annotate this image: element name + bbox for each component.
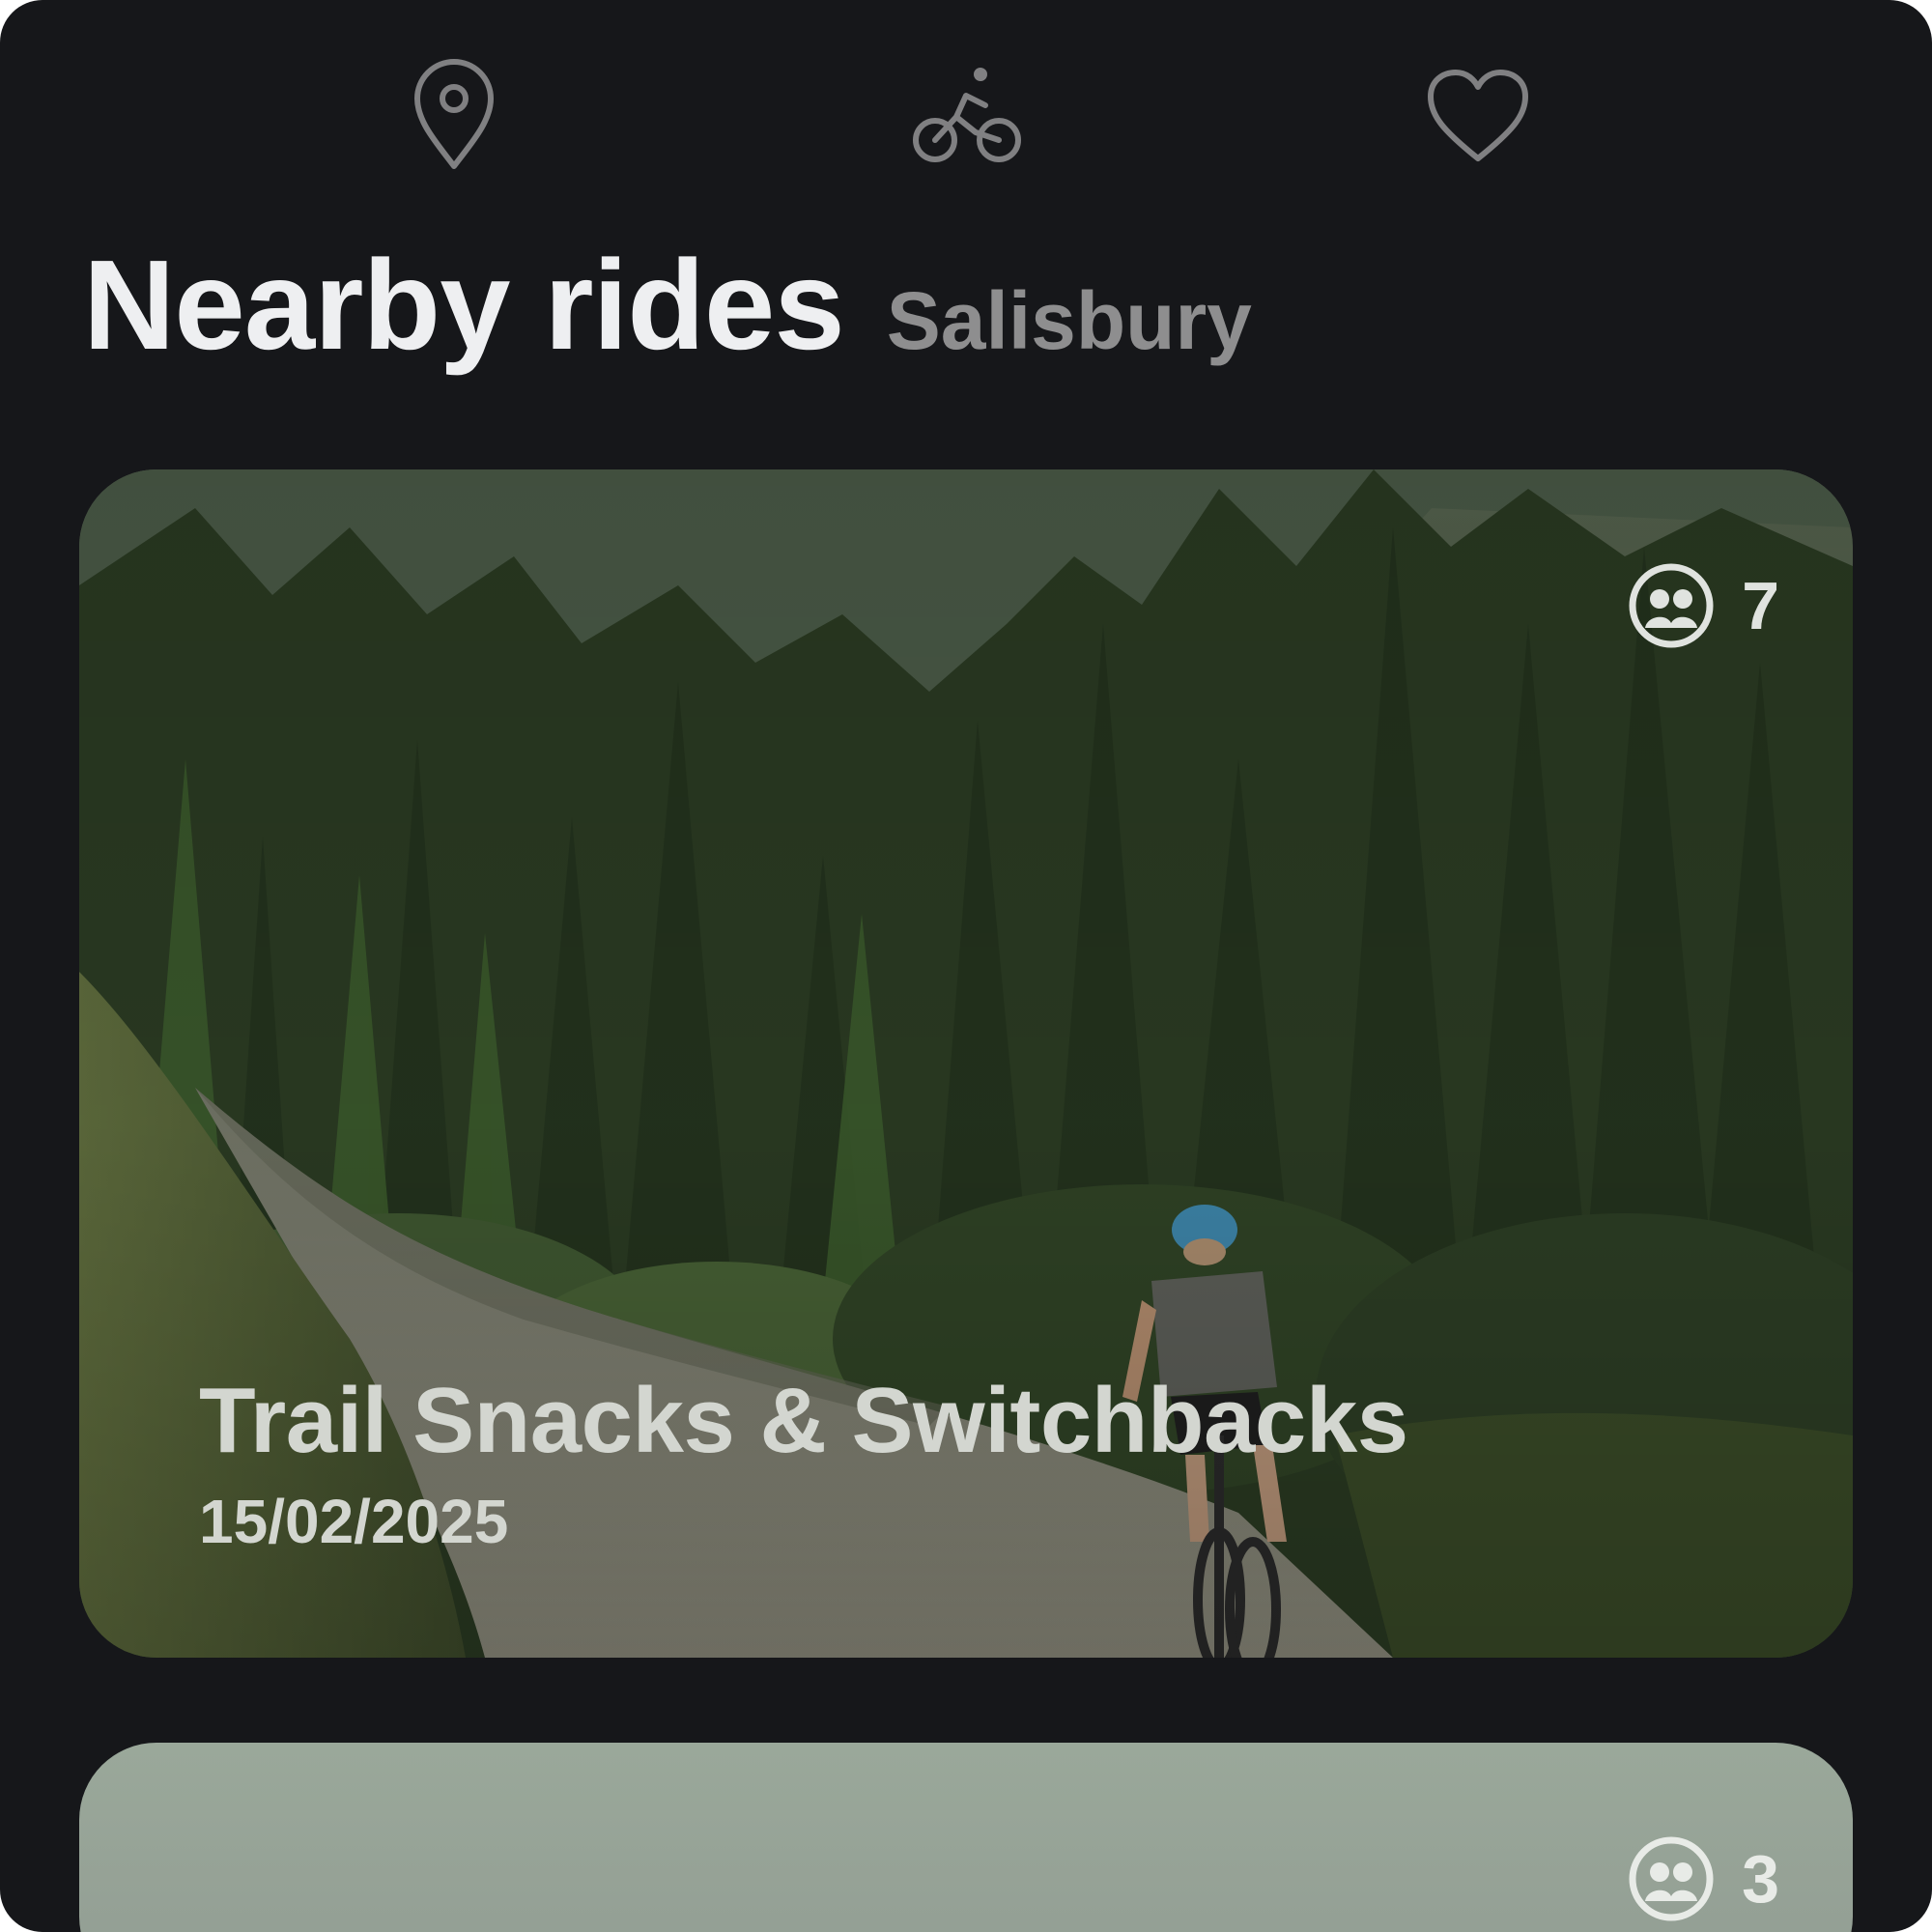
photo-overlay [79, 469, 1853, 1658]
nav-location-button[interactable] [377, 48, 531, 184]
group-icon [1629, 563, 1714, 648]
riders-count: 7 [1742, 568, 1779, 643]
nav-rides-button[interactable] [889, 48, 1043, 184]
page-title: Nearby rides [83, 234, 845, 376]
ride-photo [79, 1743, 1853, 1932]
riders-badge: 3 [1628, 1835, 1779, 1922]
riders-count: 3 [1742, 1841, 1779, 1917]
app-screen: Nearby rides Salisbury 7 Trail Snacks & … [0, 0, 1932, 1932]
ride-title: Trail Snacks & Switchbacks [199, 1369, 1408, 1472]
page-header: Nearby rides Salisbury [83, 232, 1252, 386]
nav-favourites-button[interactable] [1401, 48, 1555, 184]
top-nav [0, 48, 1932, 184]
location-label[interactable]: Salisbury [887, 274, 1252, 368]
location-pin-icon [414, 59, 494, 169]
cyclist-icon [913, 68, 1021, 162]
ride-date: 15/02/2025 [199, 1487, 509, 1556]
ride-card[interactable]: 3 [79, 1743, 1853, 1932]
ride-card[interactable]: 7 Trail Snacks & Switchbacks 15/02/2025 [79, 469, 1853, 1658]
group-icon [1629, 1836, 1714, 1921]
heart-icon [1428, 70, 1528, 161]
riders-badge: 7 [1628, 562, 1779, 649]
